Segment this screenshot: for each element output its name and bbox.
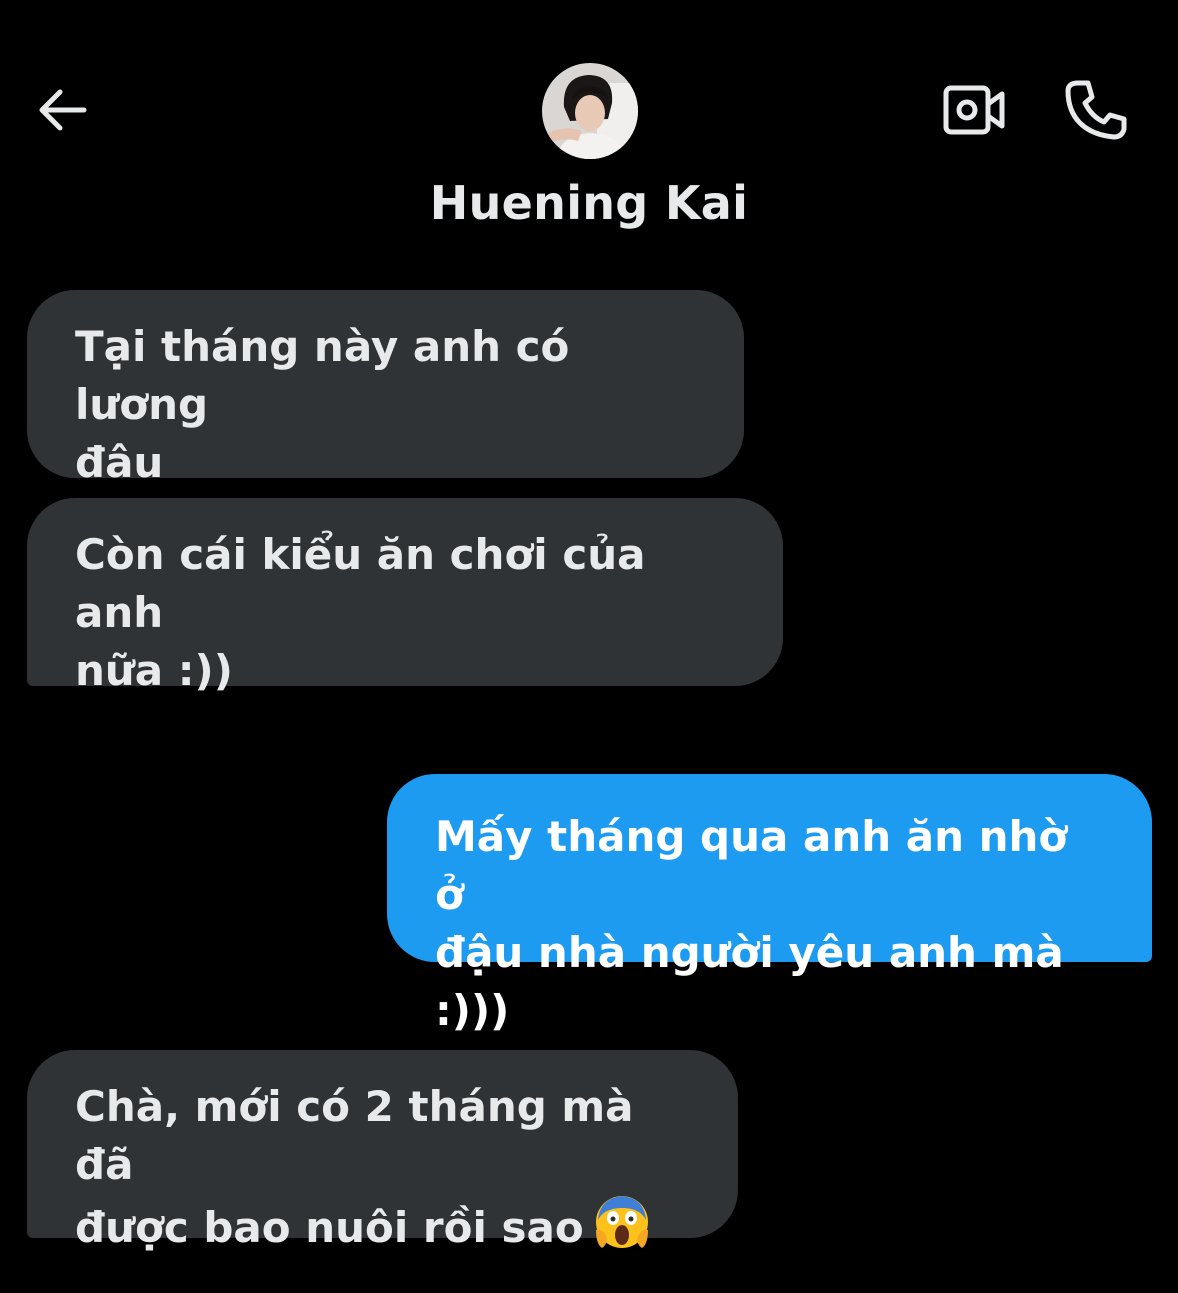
call-button[interactable] (1050, 68, 1140, 152)
message-bubble-incoming[interactable]: Còn cái kiểu ăn chơi của anh nữa :)) (27, 498, 783, 695)
message-text: Mấy tháng qua anh ăn nhờ ở đậu nhà người… (435, 812, 1068, 1035)
video-camera-icon (943, 85, 1005, 135)
message-bubble-incoming[interactable]: Tại tháng này anh có lương đâu (27, 290, 744, 487)
message-bubble-outgoing[interactable]: Mấy tháng qua anh ăn nhờ ở đậu nhà người… (387, 774, 1152, 1035)
phone-icon (1065, 80, 1127, 140)
back-button[interactable] (22, 72, 102, 148)
contact-name[interactable]: Huening Kai (0, 176, 1178, 230)
face-screaming-in-fear-icon (595, 1196, 648, 1248)
message-text: Tại tháng này anh có lương đâu (75, 322, 570, 487)
message-bubble-incoming[interactable]: Chà, mới có 2 tháng mà đã được bao nuôi … (27, 1050, 738, 1252)
avatar[interactable] (542, 63, 638, 159)
arrow-left-icon (39, 89, 87, 131)
message-text: Còn cái kiểu ăn chơi của anh nữa :)) (75, 530, 646, 695)
avatar-image (542, 63, 638, 159)
video-call-button[interactable] (930, 70, 1020, 150)
message-text: Chà, mới có 2 tháng mà đã được bao nuôi … (75, 1082, 634, 1252)
